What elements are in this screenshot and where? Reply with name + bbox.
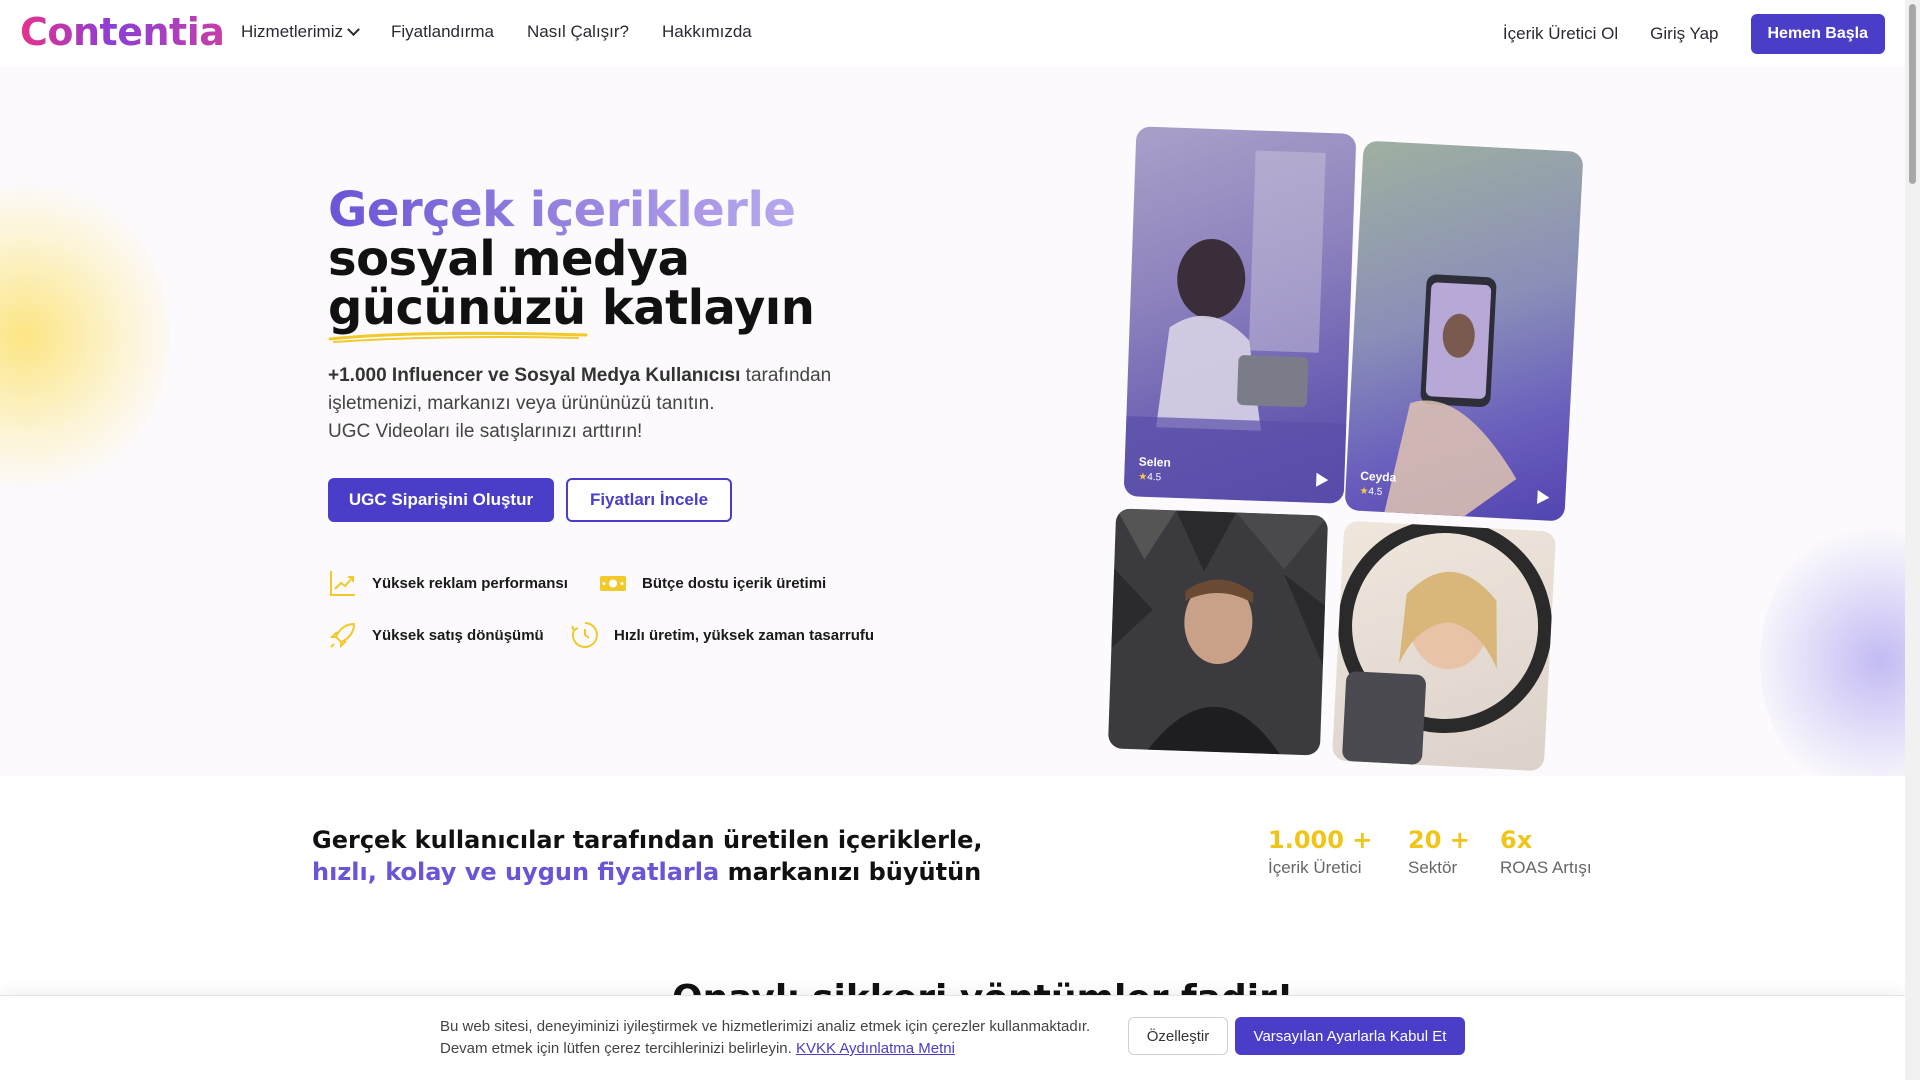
- nav-right: İçerik Üretici Ol Giriş Yap Hemen Başla: [1503, 14, 1885, 54]
- become-creator-link[interactable]: İçerik Üretici Ol: [1503, 24, 1618, 44]
- feature-label: Bütçe dostu içerik üretimi: [642, 574, 827, 592]
- hero-subtext: +1.000 Influencer ve Sosyal Medya Kullan…: [328, 362, 888, 446]
- chart-up-icon: [328, 568, 358, 598]
- hero-headline-accent: Gerçek içeriklerle: [328, 182, 796, 238]
- creator-photo: [1384, 274, 1517, 517]
- stat-sectors: 20 + Sektör: [1408, 826, 1470, 878]
- creator-rating-value: 4.5: [1368, 486, 1383, 498]
- nav-link-about[interactable]: Hakkımızda: [662, 22, 752, 42]
- feature-label: Hızlı üretim, yüksek zaman tasarrufu: [614, 626, 875, 644]
- rocket-icon: [328, 620, 358, 650]
- creator-photo: [1123, 150, 1347, 504]
- play-icon[interactable]: [1537, 490, 1550, 505]
- creator-rating-value: 4.5: [1147, 471, 1162, 484]
- stats-title-rest: markanızı büyütün: [727, 858, 982, 886]
- stat-value: 20 +: [1408, 826, 1470, 854]
- creator-video-card[interactable]: [1107, 508, 1329, 756]
- cookie-banner: Bu web sitesi, deneyiminizi iyileştirmek…: [0, 995, 1905, 1080]
- hero-sub-line2: işletmenizi, markanızı veya ürününüzü ta…: [328, 393, 715, 414]
- headline-underline-decor: [328, 331, 588, 343]
- scrollbar-thumb[interactable]: [1909, 4, 1916, 184]
- creator-rating: ★4.5: [1138, 472, 1161, 484]
- hero-headline-rest: sosyal medya gücünüzü katlayın: [328, 231, 815, 336]
- hero-sub-line3: UGC Videoları ile satışlarınızı arttırın…: [328, 421, 643, 442]
- cookie-accept-button[interactable]: Varsayılan Ayarlarla Kabul Et: [1235, 1017, 1465, 1055]
- top-navbar: Contentia Hizmetlerimiz Fiyatlandırma Na…: [0, 0, 1905, 66]
- hero-sub-line1: tarafından: [745, 365, 832, 386]
- stat-value: 1.000 +: [1268, 826, 1373, 854]
- money-icon: [598, 568, 628, 598]
- creator-photo: [1111, 508, 1329, 755]
- decor-glow-purple: [1760, 516, 1905, 776]
- stats-title: Gerçek kullanıcılar tarafından üretilen …: [312, 824, 1012, 888]
- nav-link-pricing[interactable]: Fiyatlandırma: [391, 22, 494, 42]
- creator-video-card[interactable]: Selen ★4.5: [1123, 126, 1357, 504]
- stat-roas: 6x ROAS Artışı: [1500, 826, 1592, 878]
- creator-name: Ceyda: [1359, 468, 1397, 485]
- play-icon[interactable]: [1316, 472, 1329, 488]
- feature-item: Yüksek reklam performansı: [328, 568, 568, 598]
- star-icon: ★: [1138, 471, 1148, 483]
- stat-label: ROAS Artışı: [1500, 858, 1592, 877]
- creator-video-card[interactable]: Ceyda ★4.5: [1344, 140, 1584, 522]
- stat-creators: 1.000 + İçerik Üretici: [1268, 826, 1372, 878]
- decor-glow-yellow: [0, 176, 170, 496]
- hero-section: Gerçek içeriklerle sosyal medya gücünüzü…: [0, 66, 1905, 776]
- creator-photo: [1338, 520, 1553, 765]
- creator-name: Selen: [1138, 454, 1172, 470]
- stat-label: İçerik Üretici: [1268, 858, 1362, 877]
- page-scrollbar[interactable]: [1905, 0, 1920, 1080]
- feature-label: Yüksek reklam performansı: [372, 574, 568, 592]
- chevron-down-icon: [347, 22, 360, 36]
- stats-title-accent: hızlı, kolay ve uygun fiyatlarla: [312, 858, 720, 886]
- stat-label: Sektör: [1408, 858, 1458, 877]
- cookie-message: Bu web sitesi, deneyiminizi iyileştirmek…: [440, 1018, 1091, 1057]
- creator-video-card[interactable]: [1331, 520, 1557, 772]
- nav-link-services[interactable]: Hizmetlerimiz: [241, 22, 360, 42]
- clock-icon: [570, 620, 600, 650]
- cookie-customize-button[interactable]: Özelleştir: [1128, 1017, 1228, 1055]
- hero-headline: Gerçek içeriklerle sosyal medya gücünüzü…: [328, 186, 948, 333]
- cookie-text: Bu web sitesi, deneyiminizi iyileştirmek…: [440, 1016, 1120, 1060]
- contentia-logo[interactable]: Contentia: [20, 10, 225, 54]
- kvkk-link[interactable]: KVKK Aydınlatma Metni: [796, 1040, 955, 1057]
- stat-value: 6x: [1500, 826, 1533, 854]
- create-ugc-order-button[interactable]: UGC Siparişini Oluştur: [328, 478, 554, 522]
- stats-title-line1: Gerçek kullanıcılar tarafından üretilen …: [312, 826, 983, 854]
- feature-item: Bütçe dostu içerik üretimi: [598, 568, 826, 598]
- creator-rating: ★4.5: [1359, 486, 1382, 498]
- hero-sub-bold: +1.000 Influencer ve Sosyal Medya Kullan…: [328, 365, 741, 386]
- get-started-button[interactable]: Hemen Başla: [1750, 14, 1885, 54]
- feature-item: Hızlı üretim, yüksek zaman tasarrufu: [570, 620, 874, 650]
- nav-links: Hizmetlerimiz Fiyatlandırma Nasıl Çalışı…: [241, 22, 752, 42]
- feature-item: Yüksek satış dönüşümü: [328, 620, 544, 650]
- feature-label: Yüksek satış dönüşümü: [372, 626, 544, 644]
- view-pricing-button[interactable]: Fiyatları İncele: [566, 478, 732, 522]
- nav-link-services-label: Hizmetlerimiz: [241, 22, 343, 41]
- nav-link-how-it-works[interactable]: Nasıl Çalışır?: [527, 22, 629, 42]
- login-link[interactable]: Giriş Yap: [1650, 24, 1718, 44]
